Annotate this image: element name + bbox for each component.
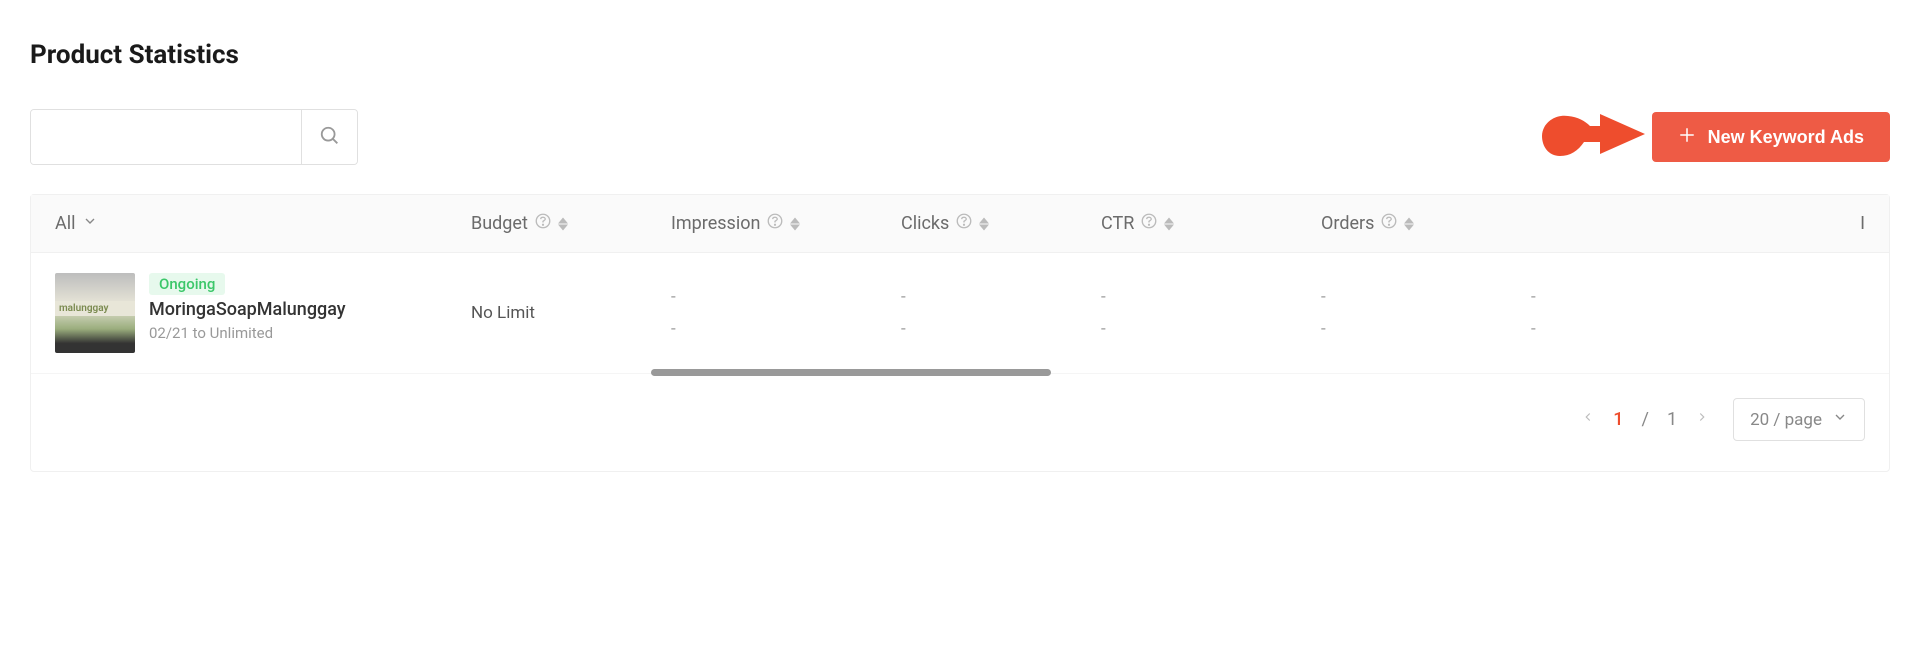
pagination: 1 / 1 bbox=[1581, 408, 1709, 431]
table-header: All Budget Impression bbox=[31, 195, 1889, 253]
page-next-button[interactable] bbox=[1695, 408, 1709, 431]
table-footer: 1 / 1 20 / page bbox=[31, 374, 1889, 471]
product-name: MoringaSoapMalunggay bbox=[149, 299, 346, 320]
cell-last: - bbox=[1531, 287, 1536, 307]
column-header-clicks[interactable]: Clicks bbox=[891, 212, 1091, 235]
status-badge: Ongoing bbox=[149, 273, 225, 295]
page-size-label: 20 / page bbox=[1750, 410, 1822, 430]
cell-clicks-2: - bbox=[901, 319, 906, 339]
horizontal-scrollbar[interactable] bbox=[651, 369, 1051, 376]
column-header-ctr[interactable]: CTR bbox=[1091, 212, 1311, 235]
search-icon bbox=[319, 125, 341, 150]
column-header-budget[interactable]: Budget bbox=[461, 212, 661, 235]
column-label: I bbox=[1860, 213, 1865, 234]
column-label: CTR bbox=[1101, 213, 1134, 234]
column-filter-all[interactable]: All bbox=[31, 213, 461, 234]
column-label: Impression bbox=[671, 213, 760, 234]
page-separator: / bbox=[1642, 409, 1649, 430]
product-cell: malunggay Ongoing MoringaSoapMalunggay 0… bbox=[31, 253, 461, 373]
right-actions: New Keyword Ads bbox=[1532, 100, 1890, 174]
search-wrapper bbox=[30, 109, 358, 165]
sort-icon bbox=[979, 217, 989, 231]
product-date-range: 02/21 to Unlimited bbox=[149, 324, 346, 342]
chevron-down-icon bbox=[1832, 409, 1848, 430]
sort-icon bbox=[558, 217, 568, 231]
column-header-orders[interactable]: Orders bbox=[1311, 212, 1521, 235]
cell-orders-2: - bbox=[1321, 319, 1326, 339]
search-button[interactable] bbox=[301, 110, 357, 164]
page-current: 1 bbox=[1613, 409, 1623, 430]
page-prev-button[interactable] bbox=[1581, 408, 1595, 431]
column-label: Orders bbox=[1321, 213, 1374, 234]
chevron-left-icon bbox=[1581, 408, 1595, 431]
column-label: Budget bbox=[471, 213, 528, 234]
thumb-label: malunggay bbox=[55, 301, 135, 316]
column-label: Clicks bbox=[901, 213, 949, 234]
page-title: Product Statistics bbox=[30, 40, 1890, 70]
cell-ctr: - bbox=[1101, 287, 1106, 307]
filter-all-label: All bbox=[55, 213, 76, 234]
sort-icon bbox=[1404, 217, 1414, 231]
cell-clicks: - bbox=[901, 287, 906, 307]
table: All Budget Impression bbox=[30, 194, 1890, 472]
help-icon bbox=[766, 212, 784, 235]
cell-orders: - bbox=[1321, 287, 1326, 307]
column-header-partial: I bbox=[1521, 213, 1889, 234]
cell-impression: - bbox=[671, 287, 676, 307]
toolbar: New Keyword Ads bbox=[30, 100, 1890, 174]
new-keyword-ads-button[interactable]: New Keyword Ads bbox=[1652, 112, 1890, 162]
product-thumbnail[interactable]: malunggay bbox=[55, 273, 135, 353]
page-size-select[interactable]: 20 / page bbox=[1733, 398, 1865, 441]
new-ads-label: New Keyword Ads bbox=[1708, 127, 1864, 148]
cell-ctr-2: - bbox=[1101, 319, 1106, 339]
cell-last-2: - bbox=[1531, 319, 1536, 339]
search-input[interactable] bbox=[31, 110, 301, 164]
sort-icon bbox=[1164, 217, 1174, 231]
column-header-impression[interactable]: Impression bbox=[661, 212, 891, 235]
help-icon bbox=[1140, 212, 1158, 235]
sort-icon bbox=[790, 217, 800, 231]
help-icon bbox=[1380, 212, 1398, 235]
help-icon bbox=[534, 212, 552, 235]
help-icon bbox=[955, 212, 973, 235]
table-row: malunggay Ongoing MoringaSoapMalunggay 0… bbox=[31, 253, 1889, 374]
pointing-hand-icon bbox=[1540, 106, 1650, 180]
chevron-right-icon bbox=[1695, 408, 1709, 431]
plus-icon bbox=[1678, 126, 1696, 149]
cell-budget: No Limit bbox=[471, 303, 535, 323]
page-total: 1 bbox=[1667, 409, 1677, 430]
chevron-down-icon bbox=[82, 213, 98, 234]
cell-impression-2: - bbox=[671, 319, 676, 339]
